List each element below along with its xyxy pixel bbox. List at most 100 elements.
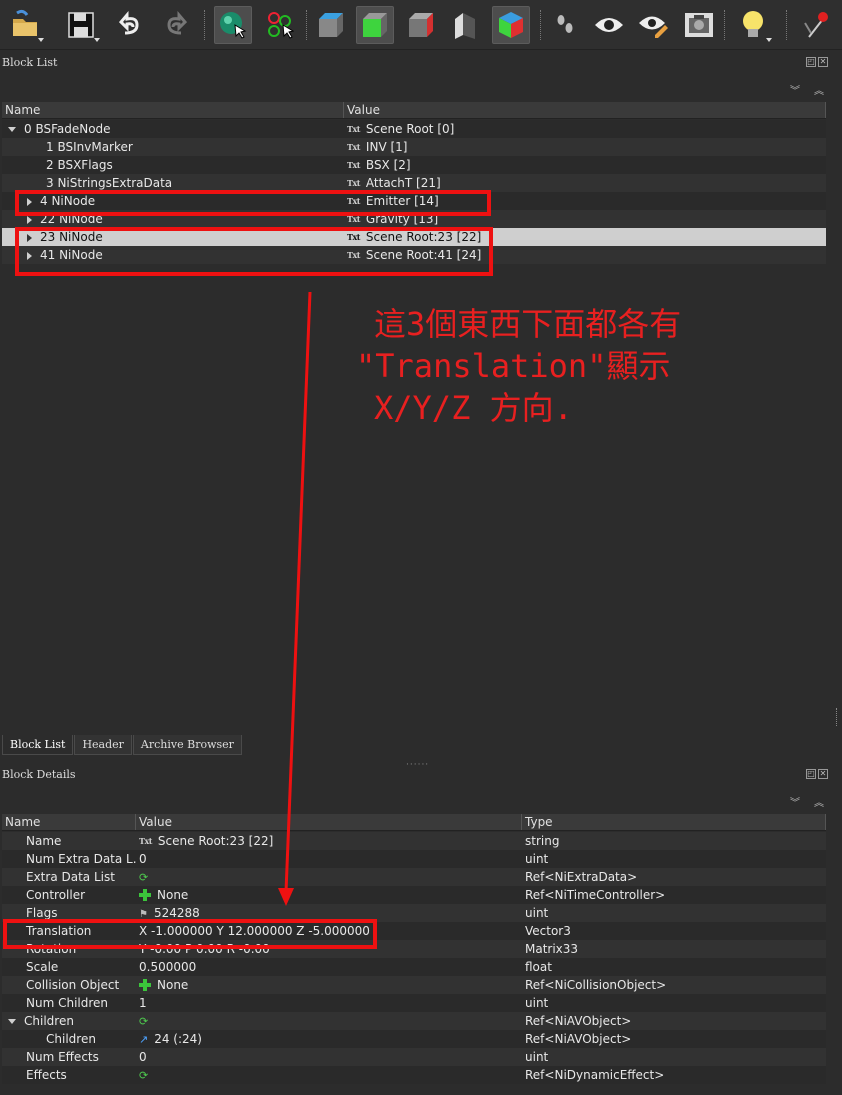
tab-header[interactable]: Header — [74, 735, 132, 755]
close-icon[interactable]: ✕ — [818, 769, 828, 779]
pin-icon[interactable] — [796, 6, 834, 44]
tree-row[interactable]: 2 BSXFlags Txt BSX [2] — [2, 156, 826, 174]
side-view-icon[interactable] — [356, 6, 394, 44]
field-name: Num Effects — [26, 1050, 99, 1064]
detail-row[interactable]: Children ↗ 24 (:24) Ref<NiAVObject> — [2, 1030, 826, 1048]
block-details-header: Name Value Type — [2, 814, 826, 831]
field-type: uint — [525, 852, 549, 866]
field-name: Num Children — [26, 996, 109, 1010]
text-type-icon: Txt — [347, 160, 360, 170]
detail-value[interactable]: ⟳ — [136, 868, 522, 886]
field-name: Children — [24, 1014, 74, 1028]
tree-row[interactable]: 1 BSInvMarker Txt INV [1] — [2, 138, 826, 156]
field-name: Effects — [26, 1068, 67, 1082]
float-icon[interactable]: ◰ — [806, 769, 816, 779]
field-name: Collision Object — [26, 978, 120, 992]
lighting-icon[interactable] — [734, 6, 772, 44]
detail-row[interactable]: Extra Data List ⟳ Ref<NiExtraData> — [2, 868, 826, 886]
collapse-all-icon[interactable]: ︽ — [814, 794, 824, 809]
select-vertex-icon[interactable] — [262, 6, 300, 44]
load-icon[interactable] — [6, 6, 44, 44]
column-value[interactable]: Value — [344, 102, 826, 118]
orientation-icon[interactable] — [446, 6, 484, 44]
tree-row-value: Txt INV [1] — [344, 138, 826, 156]
view-eye-icon[interactable] — [590, 6, 628, 44]
refresh-list-icon: ⟳ — [139, 1015, 149, 1028]
detail-row[interactable]: Name Txt Scene Root:23 [22] string — [2, 832, 826, 850]
detail-row[interactable]: Children ⟳ Ref<NiAVObject> — [2, 1012, 826, 1030]
detail-row[interactable]: Collision Object None Ref<NiCollisionObjec… — [2, 976, 826, 994]
column-name[interactable]: Name — [2, 814, 136, 830]
save-icon[interactable] — [62, 6, 100, 44]
field-name: Flags — [26, 906, 58, 920]
column-type[interactable]: Type — [522, 814, 826, 830]
splitter-handle[interactable]: ······ — [406, 760, 429, 770]
expanded-arrow-icon[interactable] — [8, 127, 16, 132]
column-name[interactable]: Name — [2, 102, 344, 118]
detail-type: Ref<NiAVObject> — [522, 1030, 826, 1048]
collapsed-arrow-icon[interactable] — [27, 215, 32, 224]
select-object-icon[interactable] — [214, 6, 252, 44]
walk-icon[interactable] — [546, 6, 584, 44]
column-value[interactable]: Value — [136, 814, 522, 830]
detail-type: Vector3 — [522, 922, 826, 940]
tree-row[interactable]: 0 BSFadeNode Txt Scene Root [0] — [2, 120, 826, 138]
detail-name: Children — [2, 1030, 136, 1048]
detail-row[interactable]: Scale 0.500000 float — [2, 958, 826, 976]
add-icon — [139, 979, 151, 991]
resize-handle[interactable] — [836, 708, 842, 726]
field-type: Ref<NiAVObject> — [525, 1032, 632, 1046]
perspective-cube-icon[interactable] — [492, 6, 530, 44]
block-value: BSX [2] — [365, 158, 411, 172]
tab-archive-browser[interactable]: Archive Browser — [132, 735, 242, 755]
detail-value[interactable]: 1 — [136, 994, 522, 1012]
detail-row[interactable]: Controller None Ref<NiTimeController> — [2, 886, 826, 904]
edit-eye-icon[interactable] — [634, 6, 672, 44]
detail-value[interactable]: Txt Scene Root:23 [22] — [136, 832, 522, 850]
annotation-line-1: 這3個東西下面都各有 — [374, 305, 682, 343]
detail-type: uint — [522, 1048, 826, 1066]
panel-tabs: Block List Header Archive Browser — [2, 735, 243, 755]
detail-name: Controller — [2, 886, 136, 904]
screenshot-icon[interactable] — [680, 6, 718, 44]
redo-icon[interactable] — [156, 6, 194, 44]
field-value: Scene Root:23 [22] — [157, 834, 274, 848]
detail-row[interactable]: Num Effects 0 uint — [2, 1048, 826, 1066]
expanded-arrow-icon[interactable] — [8, 1019, 16, 1024]
tree-row-value: Txt Scene Root [0] — [344, 120, 826, 138]
highlight-box-node-4 — [15, 190, 491, 216]
expand-all-icon[interactable]: ︾ — [790, 82, 800, 97]
field-value: 24 (:24) — [154, 1032, 202, 1046]
tab-block-list[interactable]: Block List — [2, 735, 74, 755]
back-view-icon[interactable] — [402, 6, 440, 44]
detail-value[interactable]: ⟳ — [136, 1012, 522, 1030]
detail-name: Collision Object — [2, 976, 136, 994]
detail-type: Ref<NiTimeController> — [522, 886, 826, 904]
detail-type: uint — [522, 850, 826, 868]
detail-name: Extra Data List — [2, 868, 136, 886]
detail-value[interactable]: ↗ 24 (:24) — [136, 1030, 522, 1048]
detail-value[interactable]: ⟳ — [136, 1066, 522, 1084]
field-type: Ref<NiTimeController> — [525, 888, 666, 902]
block-details-collapse-buttons: ︾ ︽ — [790, 794, 824, 809]
detail-value[interactable]: 0 — [136, 850, 522, 868]
block-value: Scene Root [0] — [365, 122, 455, 136]
collapse-all-icon[interactable]: ︽ — [814, 82, 824, 97]
detail-name: Num Extra Data L... — [2, 850, 136, 868]
detail-value[interactable]: 0.500000 — [136, 958, 522, 976]
expand-all-icon[interactable]: ︾ — [790, 794, 800, 809]
field-name: Controller — [26, 888, 86, 902]
front-view-icon[interactable] — [312, 6, 350, 44]
detail-row[interactable]: Effects ⟳ Ref<NiDynamicEffect> — [2, 1066, 826, 1084]
detail-row[interactable]: Num Children 1 uint — [2, 994, 826, 1012]
float-icon[interactable]: ◰ — [806, 57, 816, 67]
detail-value[interactable]: None — [136, 886, 522, 904]
field-value: 0 — [139, 852, 147, 866]
detail-value[interactable]: 0 — [136, 1048, 522, 1066]
detail-row[interactable]: Num Extra Data L... 0 uint — [2, 850, 826, 868]
undo-icon[interactable] — [112, 6, 150, 44]
close-icon[interactable]: ✕ — [818, 57, 828, 67]
detail-value[interactable]: None — [136, 976, 522, 994]
field-type: Vector3 — [525, 924, 571, 938]
block-list-header: Name Value — [2, 102, 826, 119]
